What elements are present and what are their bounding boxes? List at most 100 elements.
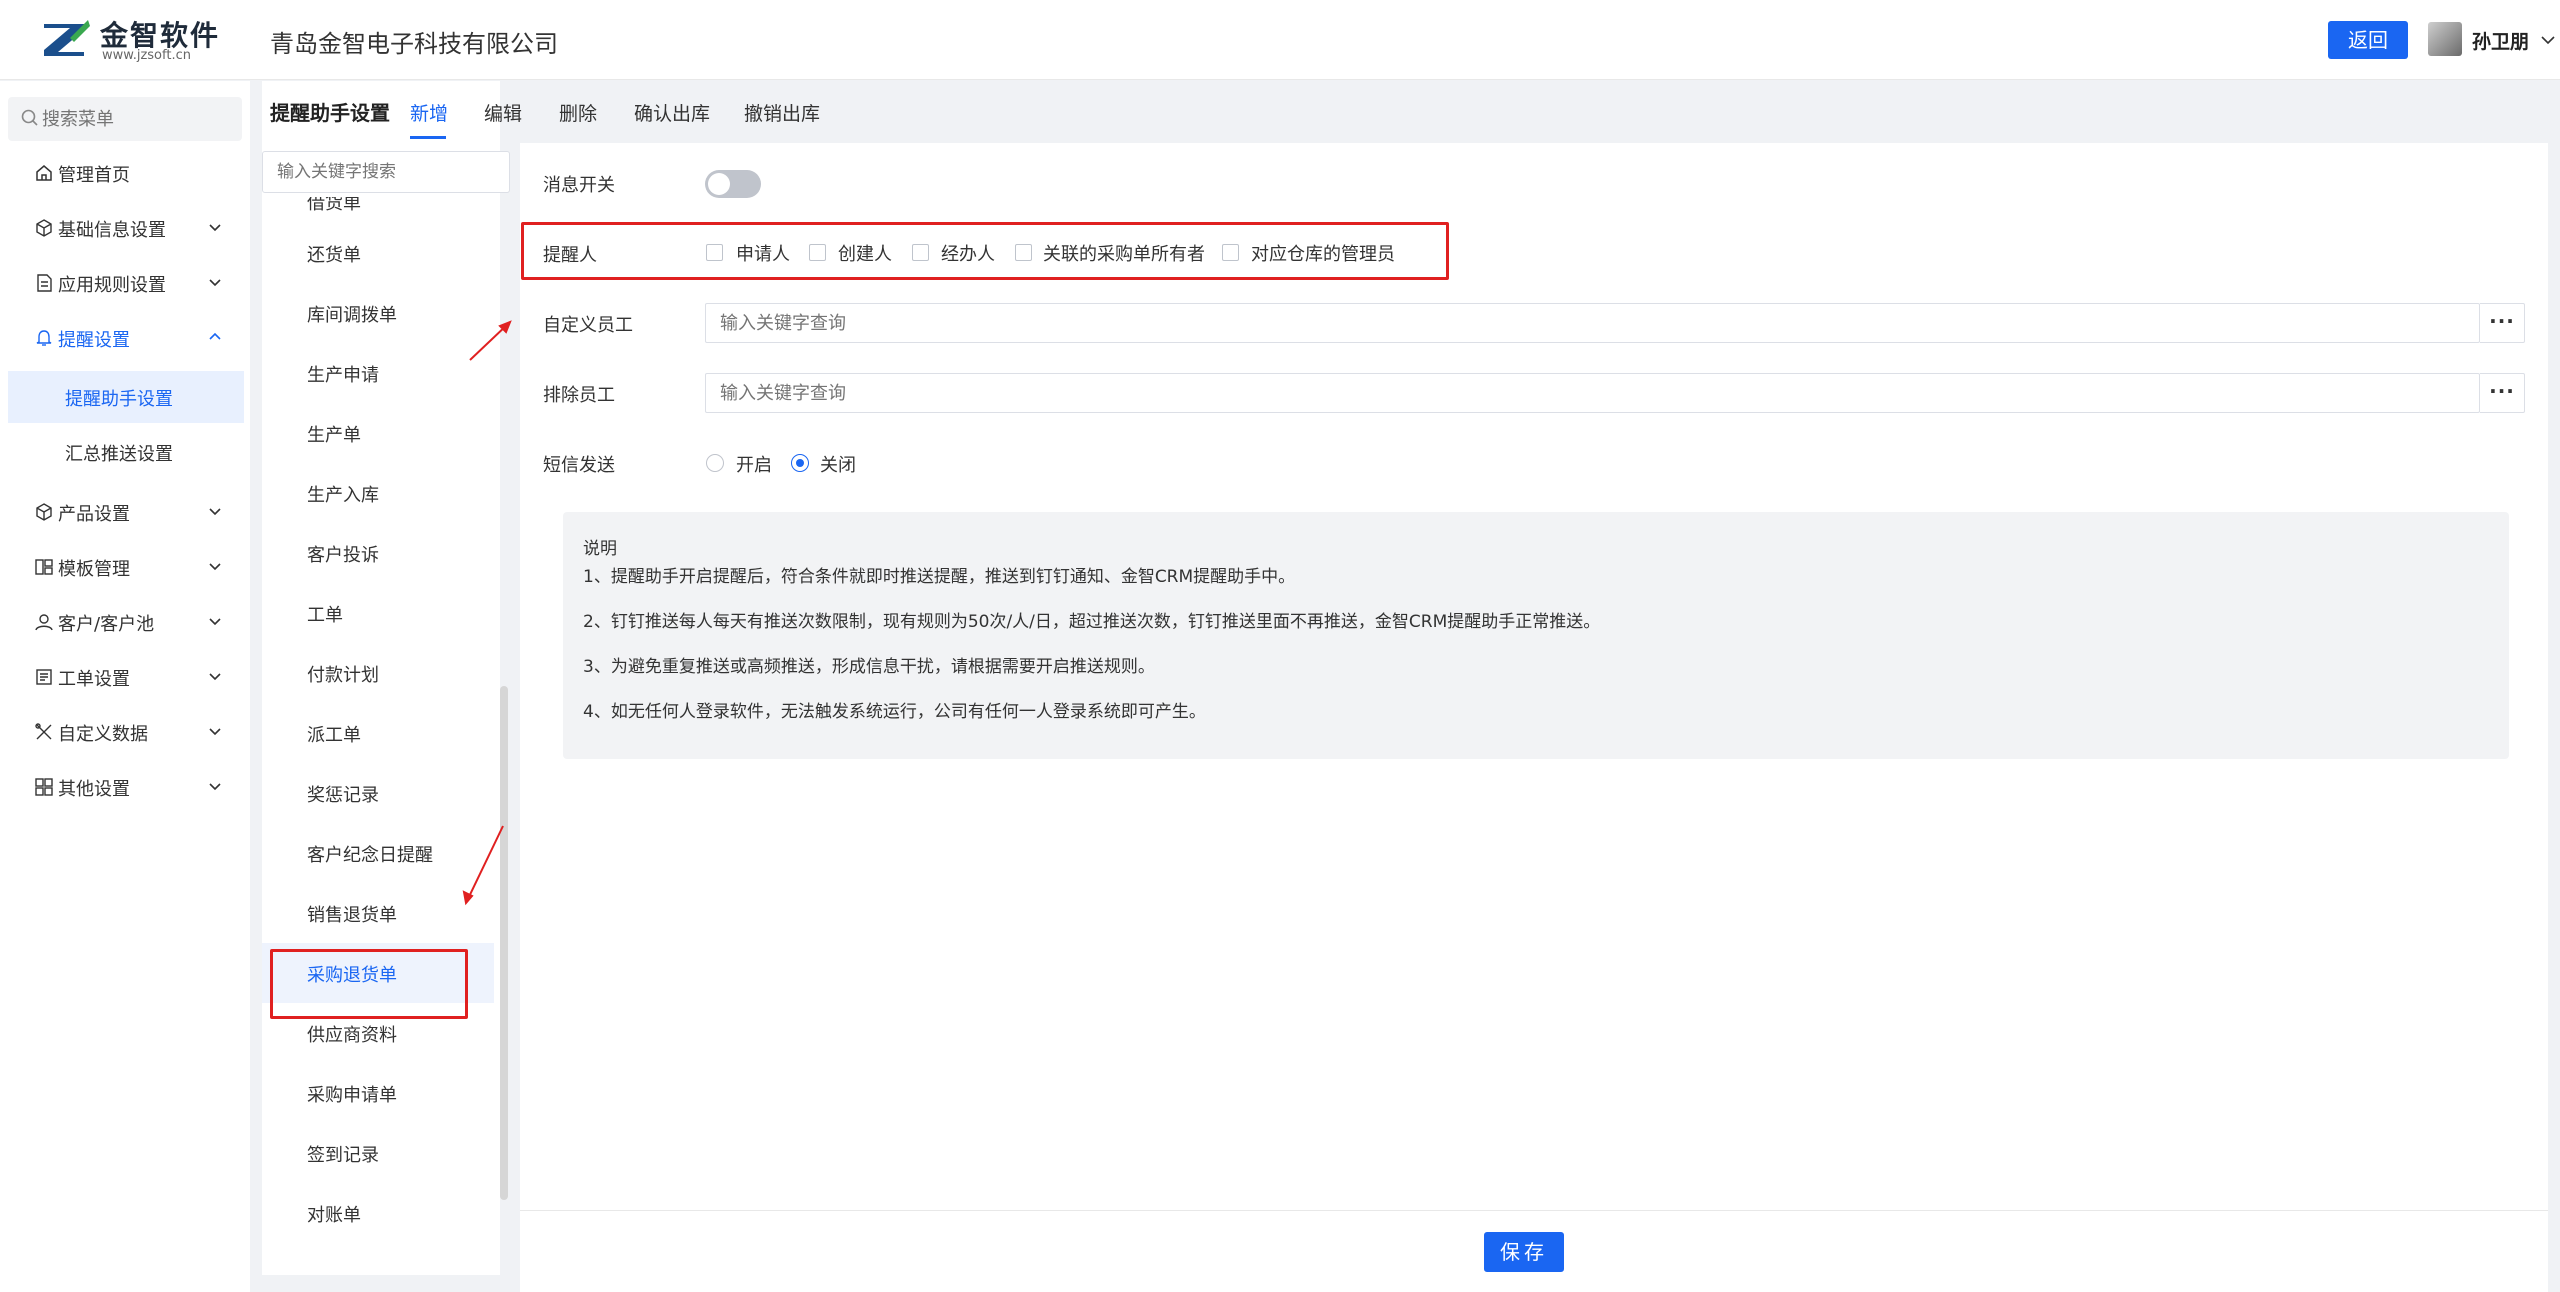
user-name[interactable]: 孙卫朋 (2472, 27, 2529, 54)
sidebar-item-label: 其他设置 (58, 779, 130, 800)
list-item[interactable]: 采购申请单 (262, 1063, 494, 1123)
checkbox-label[interactable]: 对应仓库的管理员 (1251, 240, 1395, 266)
list-item[interactable]: 客户投诉 (262, 523, 494, 583)
notice-line: 1、提醒助手开启提醒后，符合条件就即时推送提醒，推送到钉钉通知、金智CRM提醒助… (583, 567, 1296, 587)
submenu-item-summary-push[interactable]: 汇总推送设置 (8, 426, 244, 478)
list-item[interactable]: 生产入库 (262, 463, 494, 523)
sidebar-item-other[interactable]: 其他设置 (0, 762, 250, 812)
sidebar-item-label: 工单设置 (58, 669, 130, 690)
list-scroll-area[interactable]: 借货单 还货单 库间调拨单 生产申请 生产单 生产入库 客户投诉 工单 付款计划… (262, 197, 500, 1275)
list-item[interactable]: 还货单 (262, 223, 494, 283)
sidebar-item-custom-data[interactable]: 自定义数据 (0, 707, 250, 757)
list-item[interactable]: 付款计划 (262, 643, 494, 703)
chevron-down-icon (209, 728, 221, 736)
reminder-label: 提醒人 (543, 245, 597, 266)
checkbox-label[interactable]: 申请人 (736, 240, 790, 266)
sidebar-item-ticket[interactable]: 工单设置 (0, 652, 250, 702)
sidebar-item-customer[interactable]: 客户/客户池 (0, 597, 250, 647)
submenu-item-label: 汇总推送设置 (65, 444, 173, 465)
custom-staff-field[interactable] (705, 303, 2480, 343)
action-tabs: 新增 编辑 删除 确认出库 撤销出库 (262, 81, 2560, 143)
chevron-down-icon (209, 618, 221, 626)
back-button[interactable]: 返回 (2328, 21, 2408, 59)
save-button[interactable]: 保存 (1484, 1232, 1564, 1272)
sms-label: 短信发送 (543, 455, 615, 476)
chevron-down-icon (209, 279, 221, 287)
tab-add[interactable]: 新增 (410, 99, 448, 126)
checkbox-handler[interactable] (912, 244, 929, 261)
list-item[interactable]: 客户纪念日提醒 (262, 823, 494, 883)
msg-switch-label: 消息开关 (543, 175, 615, 196)
grid-icon (35, 778, 53, 796)
tab-cancel-outbound[interactable]: 撤销出库 (744, 99, 820, 126)
tab-delete[interactable]: 删除 (559, 99, 597, 126)
radio-label[interactable]: 关闭 (820, 451, 856, 477)
sidebar-item-label: 客户/客户池 (58, 614, 155, 635)
document-icon (37, 274, 52, 292)
top-header: 金智软件 www.jzsoft.cn 青岛金智电子科技有限公司 返回 孙卫朋 (0, 0, 2560, 80)
checkbox-creator[interactable] (809, 244, 826, 261)
list-item[interactable]: 派工单 (262, 703, 494, 763)
exclude-staff-input[interactable] (706, 374, 2479, 412)
sidebar-item-label: 产品设置 (58, 504, 130, 525)
sidebar-item-home[interactable]: 管理首页 (0, 148, 250, 198)
sidebar-item-label: 自定义数据 (58, 724, 148, 745)
highlight-box-selected-item (270, 949, 468, 1019)
list-search[interactable] (262, 151, 510, 193)
sidebar-item-label: 提醒设置 (58, 330, 130, 351)
chevron-down-icon (209, 673, 221, 681)
list-scrollbar[interactable] (500, 686, 508, 1200)
sidebar-item-reminder[interactable]: 提醒设置 (0, 313, 250, 363)
sidebar-item-product[interactable]: 产品设置 (0, 487, 250, 537)
menu-search-input[interactable] (42, 97, 232, 141)
list-item[interactable]: 工单 (262, 583, 494, 643)
tab-edit[interactable]: 编辑 (484, 99, 522, 126)
list-item[interactable]: 生产申请 (262, 343, 494, 403)
chevron-down-icon (209, 508, 221, 516)
custom-staff-picker-button[interactable]: ··· (2480, 303, 2525, 343)
cube-icon (36, 219, 52, 237)
tools-icon (35, 723, 52, 740)
checkbox-applicant[interactable] (706, 244, 723, 261)
submenu-item-reminder-assistant[interactable]: 提醒助手设置 (8, 371, 244, 423)
chevron-down-icon (209, 224, 221, 232)
list-search-input[interactable] (263, 152, 509, 192)
radio-sms-off[interactable] (791, 454, 809, 472)
notice-title: 说明 (583, 539, 617, 559)
checkbox-label[interactable]: 关联的采购单所有者 (1043, 240, 1205, 266)
checkbox-label[interactable]: 经办人 (941, 240, 995, 266)
exclude-staff-field[interactable] (705, 373, 2480, 413)
menu-search[interactable] (8, 97, 242, 141)
list-item[interactable]: 奖惩记录 (262, 763, 494, 823)
brand-logo[interactable]: 金智软件 www.jzsoft.cn (40, 14, 220, 64)
radio-sms-on[interactable] (706, 454, 724, 472)
submenu-item-label: 提醒助手设置 (65, 389, 173, 410)
sidebar-item-basic-info[interactable]: 基础信息设置 (0, 203, 250, 253)
list-item[interactable]: 对账单 (262, 1183, 494, 1243)
chevron-down-icon[interactable] (2540, 32, 2556, 48)
logo-url: www.jzsoft.cn (102, 48, 191, 63)
checkbox-label[interactable]: 创建人 (838, 240, 892, 266)
bell-icon (36, 330, 52, 346)
home-icon (36, 165, 52, 181)
sidebar-item-label: 模板管理 (58, 559, 130, 580)
list-item[interactable]: 生产单 (262, 403, 494, 463)
avatar[interactable] (2428, 22, 2462, 56)
list-item[interactable]: 库间调拨单 (262, 283, 494, 343)
custom-staff-input[interactable] (706, 304, 2479, 342)
tab-confirm-outbound[interactable]: 确认出库 (634, 99, 710, 126)
list-item[interactable]: 签到记录 (262, 1123, 494, 1183)
exclude-staff-picker-button[interactable]: ··· (2480, 373, 2525, 413)
msg-switch-knob (708, 173, 730, 195)
list-item[interactable]: 销售退货单 (262, 883, 494, 943)
notice-line: 3、为避免重复推送或高频推送，形成信息干扰，请根据需要开启推送规则。 (583, 657, 1155, 677)
sidebar-item-label: 基础信息设置 (58, 220, 166, 241)
checkbox-po-owner[interactable] (1015, 244, 1032, 261)
notice-line: 4、如无任何人登录软件，无法触发系统运行，公司有任何一人登录系统即可产生。 (583, 702, 1206, 722)
checkbox-warehouse-admin[interactable] (1222, 244, 1239, 261)
logo-mark-icon (40, 18, 92, 58)
sidebar-item-template[interactable]: 模板管理 (0, 542, 250, 592)
tab-active-indicator (410, 136, 446, 139)
sidebar-item-app-rules[interactable]: 应用规则设置 (0, 258, 250, 308)
radio-label[interactable]: 开启 (736, 451, 772, 477)
